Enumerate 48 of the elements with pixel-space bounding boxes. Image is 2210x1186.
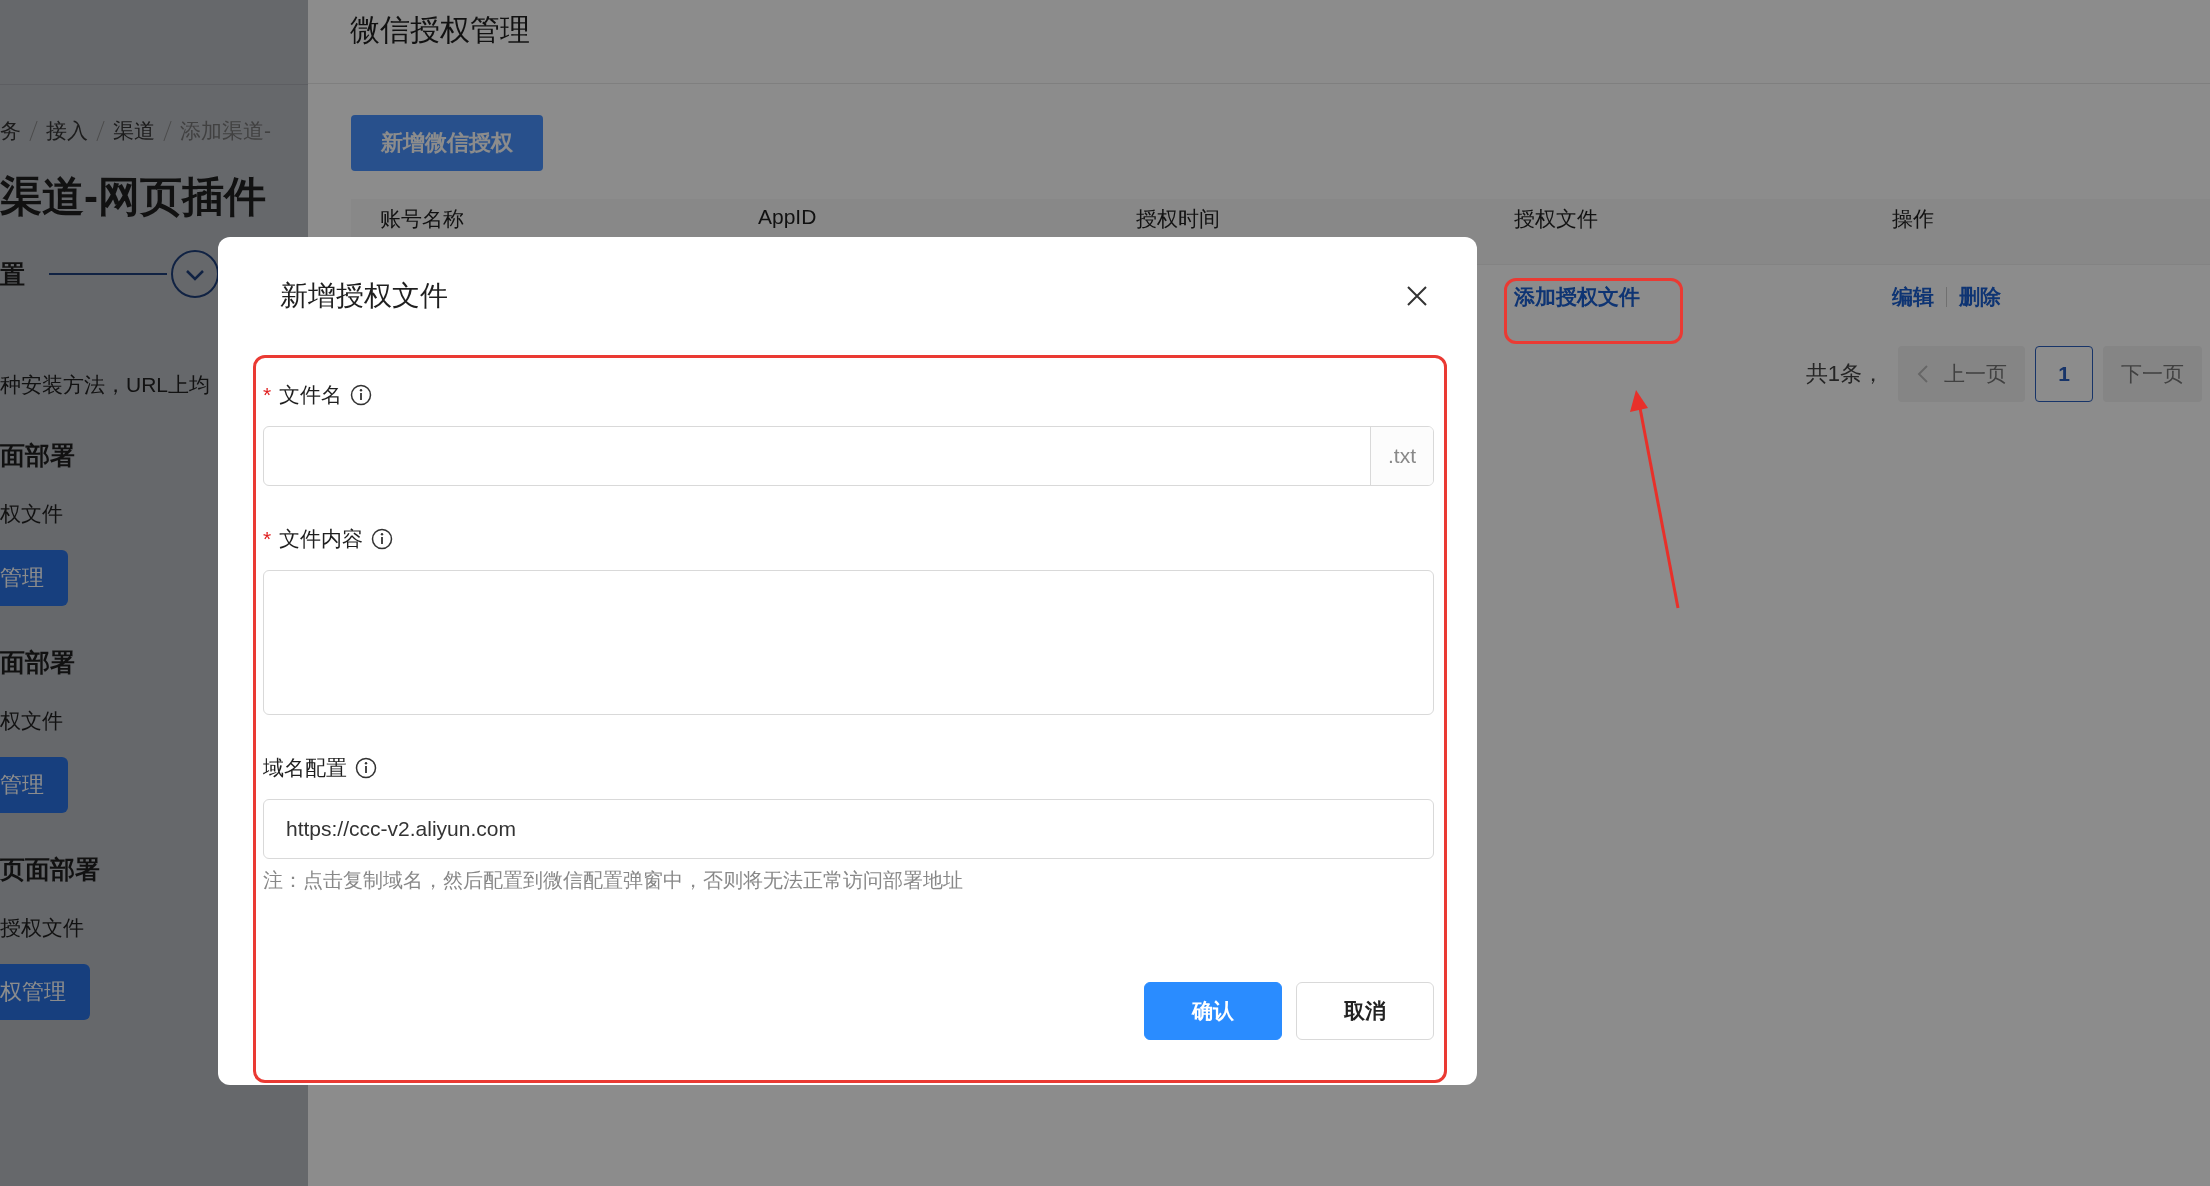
total-count: 共1条，: [1805, 360, 1884, 388]
page-title: 微信授权管理: [350, 12, 530, 48]
info-icon[interactable]: [355, 757, 377, 779]
suffix-label: .txt: [1370, 427, 1433, 485]
manage-button[interactable]: 权管理: [0, 964, 90, 1020]
chevron-left-icon: [1916, 364, 1930, 384]
confirm-button[interactable]: 确认: [1144, 982, 1282, 1040]
add-file-link[interactable]: 添加授权文件: [1514, 283, 1640, 311]
prev-page-button[interactable]: 上一页: [1898, 346, 2025, 402]
column-header: 账号名称: [379, 206, 465, 232]
input-field[interactable]: https://ccc-v2.aliyun.com: [263, 799, 1434, 859]
input-field[interactable]: .txt: [263, 426, 1434, 486]
breadcrumb-item[interactable]: 接入: [46, 117, 88, 145]
required-marker: *: [263, 527, 272, 551]
field-label: 文件名: [279, 382, 343, 408]
info-icon[interactable]: [350, 384, 373, 406]
breadcrumb-item[interactable]: 务: [0, 117, 21, 145]
page-button[interactable]: 1: [2035, 346, 2093, 402]
section-heading: 面部署: [0, 647, 75, 678]
column-header: 授权文件: [1513, 206, 1599, 232]
page-title: 渠道-网页插件: [0, 172, 266, 222]
action-link[interactable]: 编辑: [1892, 283, 1934, 311]
manage-button[interactable]: 管理: [0, 757, 68, 813]
description-text: 种安装方法，URL上均: [0, 372, 210, 398]
dialog-title: 新增授权文件: [280, 279, 448, 313]
field-label: 域名配置: [263, 755, 347, 781]
field-label: 文件内容: [279, 526, 364, 552]
section-label: 授权文件: [0, 915, 84, 941]
required-marker: *: [263, 383, 272, 407]
close-icon[interactable]: [1405, 284, 1429, 308]
section-heading: 页面部署: [0, 854, 100, 885]
action-link[interactable]: 删除: [1959, 283, 2001, 311]
step-label: 置: [0, 258, 25, 290]
column-header: 操作: [1891, 206, 1935, 232]
section-heading: 面部署: [0, 440, 75, 471]
textarea-field[interactable]: [263, 570, 1434, 715]
add-button[interactable]: 新增微信授权: [351, 115, 543, 171]
hint-text: 注：点击复制域名，然后配置到微信配置弹窗中，否则将无法正常访问部署地址: [263, 868, 964, 893]
manage-button[interactable]: 管理: [0, 550, 68, 606]
breadcrumb-item[interactable]: 渠道: [113, 117, 155, 145]
info-icon[interactable]: [371, 528, 394, 550]
section-label: 权文件: [0, 708, 63, 734]
next-page-button[interactable]: 下一页: [2103, 346, 2202, 402]
column-header: 授权时间: [1135, 206, 1221, 232]
section-label: 权文件: [0, 501, 63, 527]
cancel-button[interactable]: 取消: [1296, 982, 1434, 1040]
step-circle-icon: [171, 250, 219, 298]
column-header: AppID: [757, 205, 818, 229]
